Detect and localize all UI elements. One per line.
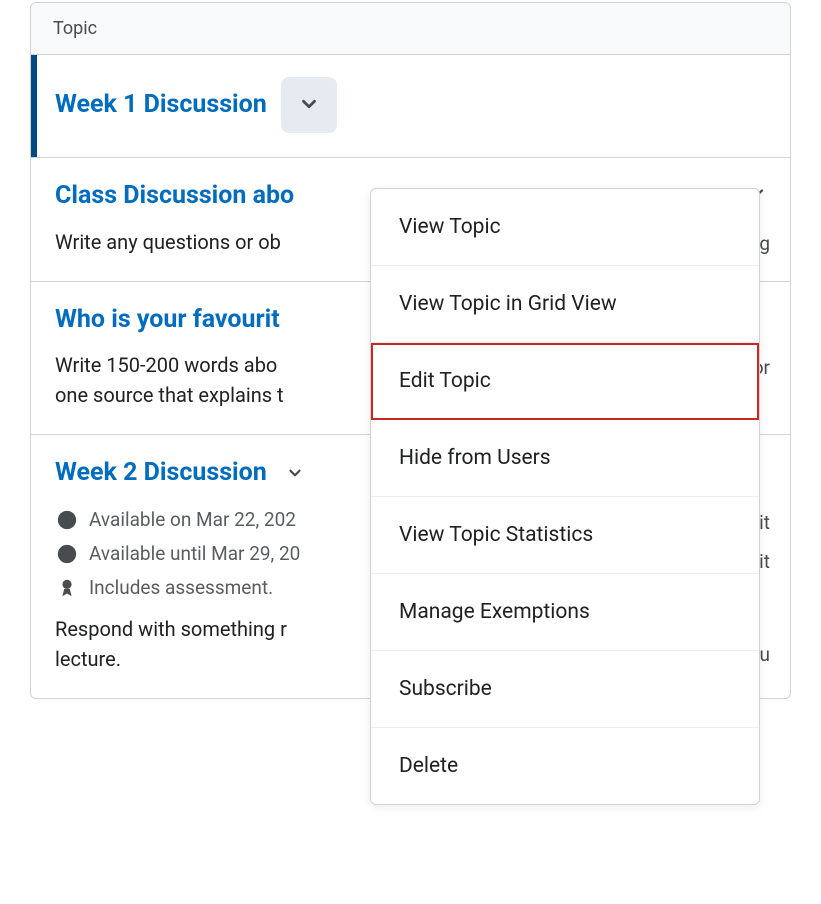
menu-subscribe[interactable]: Subscribe [371, 651, 759, 728]
chevron-down-icon[interactable] [281, 463, 309, 483]
panel-header: Topic [31, 3, 790, 55]
clock-icon [55, 542, 79, 566]
topic-title-line: Week 1 Discussion [55, 77, 770, 133]
menu-delete[interactable]: Delete [371, 728, 759, 804]
chevron-down-icon [298, 93, 320, 118]
topic-actions-button[interactable] [281, 77, 337, 133]
topic-link-favourite[interactable]: Who is your favourit [55, 304, 280, 337]
topic-link-class-discussion[interactable]: Class Discussion abo [55, 180, 294, 213]
frame: Topic Week 1 Discussion Class Discussion… [0, 0, 821, 904]
menu-hide[interactable]: Hide from Users [371, 420, 759, 497]
topic-link-week1[interactable]: Week 1 Discussion [55, 89, 267, 122]
ribbon-icon [55, 576, 79, 600]
menu-stats[interactable]: View Topic Statistics [371, 497, 759, 574]
menu-edit-topic[interactable]: Edit Topic [371, 343, 759, 420]
topic-desc-cont: one source that explains t [55, 383, 284, 407]
menu-view-topic[interactable]: View Topic [371, 189, 759, 266]
topic-desc-text: Respond with something r [55, 617, 287, 641]
assessment-label: Includes assessment. [89, 576, 273, 599]
available-until-label: Available until Mar 29, 20 [89, 542, 300, 565]
topic-link-week2[interactable]: Week 2 Discussion [55, 457, 267, 490]
clock-icon [55, 508, 79, 532]
topic-desc-cont: lecture. [55, 647, 121, 671]
topic-row-week1: Week 1 Discussion [31, 55, 790, 158]
panel-header-label: Topic [53, 18, 97, 39]
menu-view-grid[interactable]: View Topic in Grid View [371, 266, 759, 343]
topic-desc-text: Write 150-200 words abo [55, 353, 277, 377]
topic-desc-text: Write any questions or ob [55, 230, 281, 254]
topic-actions-menu: View Topic View Topic in Grid View Edit … [370, 188, 760, 805]
available-on-label: Available on Mar 22, 202 [89, 508, 296, 531]
menu-exemptions[interactable]: Manage Exemptions [371, 574, 759, 651]
